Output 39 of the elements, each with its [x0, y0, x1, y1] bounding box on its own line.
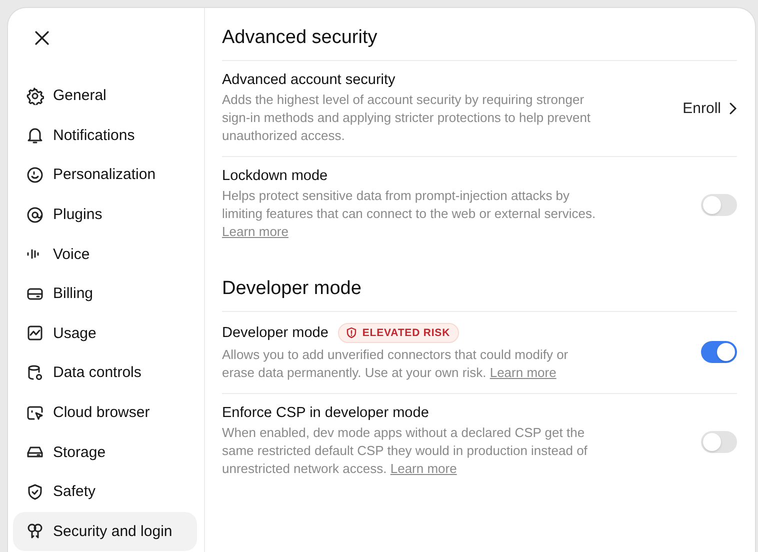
sidebar-item[interactable]: Cloud browser [13, 392, 197, 432]
sidebar-item[interactable]: Security and login [13, 512, 197, 552]
toggle-switch[interactable] [701, 341, 737, 364]
shield-icon [26, 482, 44, 501]
browser-icon [26, 404, 44, 422]
sidebar-item[interactable]: Notifications [13, 116, 197, 156]
sidebar-item[interactable]: Billing [13, 274, 197, 314]
shield-alert-icon [346, 326, 358, 339]
setting-title: Advanced account security [222, 72, 396, 88]
keys-icon [26, 522, 44, 540]
chevron-right-icon [729, 102, 737, 115]
setting-description: Allows you to add unverified connectors that could modify or erase data permanently. Use at your own risk. Learn more [222, 346, 570, 382]
section-heading: Developer mode [222, 274, 737, 312]
setting-description: Helps protect sensitive data from prompt-injection attacks by limiting features that can connect to the web or external services. Learn more [222, 187, 597, 241]
close-icon [34, 30, 50, 46]
bell-icon [26, 126, 44, 144]
section-heading: Advanced security [222, 24, 737, 61]
setting-description: When enabled, dev mode apps without a declared CSP get the same restricted default CSP they would in production instead of unrestricted network access. Learn more [222, 424, 588, 478]
chart-icon [26, 324, 44, 342]
at-sign-icon [26, 206, 44, 224]
sidebar-item[interactable]: Voice [13, 234, 197, 274]
sidebar-item[interactable]: Safety [13, 472, 197, 512]
sidebar-item[interactable]: Personalization [13, 155, 197, 195]
setting-title: Enforce CSP in developer mode [222, 405, 429, 422]
setting-description: Adds the highest level of account security by requiring stronger sign-in methods and applying stricter protections to help prevent unauthorized access. [222, 91, 592, 144]
risk-badge: ELEVATED RISK [338, 322, 460, 343]
sidebar-item[interactable]: Storage [13, 432, 197, 472]
sidebar-item[interactable]: Data controls [13, 353, 197, 393]
enroll-button[interactable]: Enroll [682, 100, 737, 117]
gear-icon [26, 86, 44, 105]
database-icon [26, 364, 44, 382]
setting-title: Lockdown mode [222, 168, 328, 184]
smile-icon [26, 166, 44, 184]
toggle-switch[interactable] [701, 194, 737, 216]
sidebar-item[interactable]: General [13, 76, 197, 116]
sidebar-item[interactable]: Plugins [13, 194, 197, 234]
toggle-switch[interactable] [701, 430, 737, 453]
setting-title: Developer mode [222, 324, 328, 341]
sidebar-item[interactable]: Usage [13, 314, 197, 354]
